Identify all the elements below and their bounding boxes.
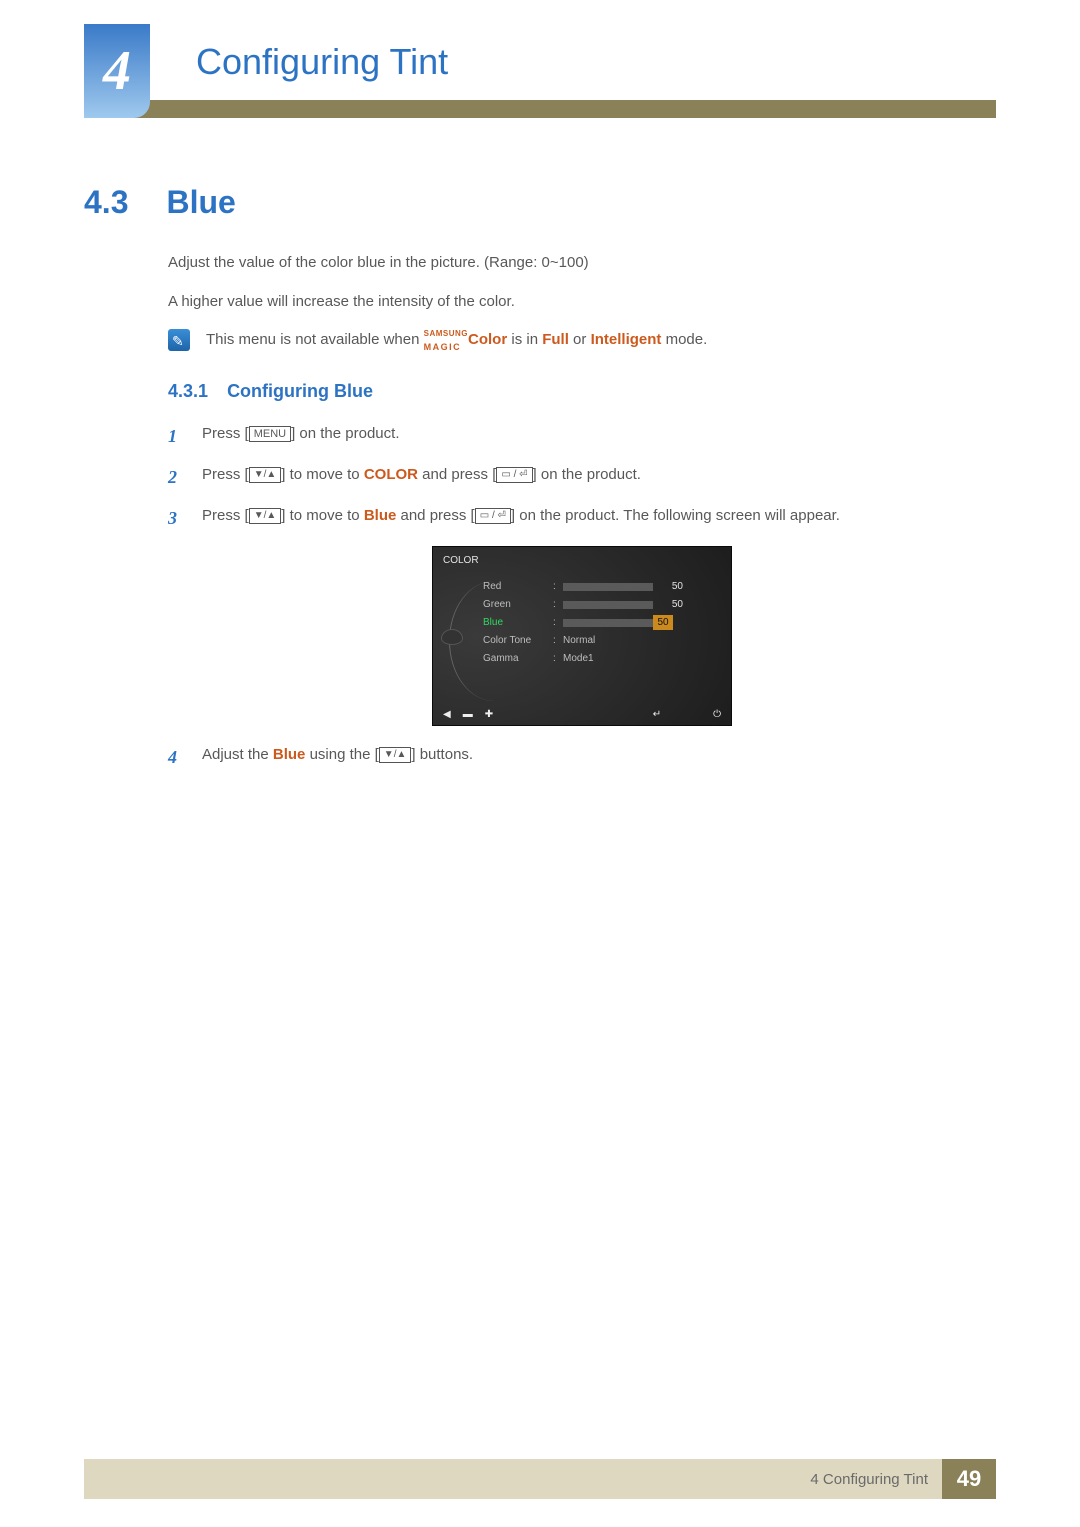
step-2: 2 Press [▼/▲] to move to COLOR and press… bbox=[168, 464, 996, 491]
osd-label: Green bbox=[483, 597, 553, 612]
power-icon: ⏻ bbox=[713, 707, 721, 722]
step-text: Press [MENU] on the product. bbox=[202, 423, 996, 446]
section-body: Adjust the value of the color blue in th… bbox=[168, 252, 996, 785]
step-text: Adjust the Blue using the [▼/▲] buttons. bbox=[202, 744, 996, 767]
osd-bar bbox=[563, 601, 653, 609]
plus-icon: ✚ bbox=[485, 707, 493, 722]
subsection-title: Configuring Blue bbox=[227, 381, 373, 401]
magic-brand-bottom: MAGIC bbox=[424, 342, 462, 352]
note-suffix: mode. bbox=[661, 331, 707, 348]
osd-footer: ◀ ▬ ✚ ↵ ⏻ bbox=[433, 705, 731, 725]
enter-icon: ↵ bbox=[653, 707, 661, 722]
step-3: 3 Press [▼/▲] to move to Blue and press … bbox=[168, 505, 996, 532]
osd-value: 50 bbox=[653, 579, 683, 594]
chapter-number-badge: 4 bbox=[84, 24, 150, 118]
osd-value: Normal bbox=[563, 633, 595, 648]
header-underline bbox=[84, 100, 996, 118]
source-enter-icon: ▭ / ⏎ bbox=[475, 508, 511, 524]
color-word: COLOR bbox=[364, 466, 418, 483]
subsection-number: 4.3.1 bbox=[168, 381, 208, 401]
osd-row-gamma: Gamma : Mode1 bbox=[483, 651, 723, 667]
updown-icon: ▼/▲ bbox=[379, 747, 412, 763]
step-number: 3 bbox=[168, 505, 184, 532]
note-prefix: This menu is not available when bbox=[206, 331, 424, 348]
palette-icon bbox=[441, 629, 463, 645]
note-text: This menu is not available when SAMSUNG M… bbox=[206, 329, 707, 352]
step-1: 1 Press [MENU] on the product. bbox=[168, 423, 996, 450]
magic-word: Color bbox=[468, 331, 507, 348]
updown-icon: ▼/▲ bbox=[249, 508, 282, 524]
osd-label: Blue bbox=[483, 615, 553, 630]
magic-brand-top: SAMSUNG bbox=[424, 329, 468, 338]
minus-icon: ▬ bbox=[463, 707, 473, 722]
osd-screenshot: COLOR Red : 50 Green : 50 Blue : 50 Colo… bbox=[432, 546, 732, 726]
note-mid1: is in bbox=[507, 331, 542, 348]
osd-row-colortone: Color Tone : Normal bbox=[483, 633, 723, 649]
osd-label: Red bbox=[483, 579, 553, 594]
footer-text: 4 Configuring Tint bbox=[810, 1471, 928, 1488]
section-desc-1: Adjust the value of the color blue in th… bbox=[168, 252, 996, 275]
section-title: Blue bbox=[166, 184, 235, 221]
osd-label: Gamma bbox=[483, 651, 553, 666]
osd-value: 50 bbox=[653, 597, 683, 612]
page-number: 49 bbox=[942, 1459, 996, 1499]
note-mid2: or bbox=[569, 331, 591, 348]
osd-value: Mode1 bbox=[563, 651, 594, 666]
section-heading: 4.3 Blue bbox=[84, 184, 996, 221]
osd-row-red: Red : 50 bbox=[483, 579, 723, 595]
osd-label: Color Tone bbox=[483, 633, 553, 648]
step-text: Press [▼/▲] to move to COLOR and press [… bbox=[202, 464, 996, 487]
note-icon bbox=[168, 329, 190, 351]
subsection-heading: 4.3.1 Configuring Blue bbox=[168, 378, 996, 405]
page-footer: 4 Configuring Tint 49 bbox=[84, 1459, 996, 1499]
osd-value: 50 bbox=[653, 615, 673, 630]
source-enter-icon: ▭ / ⏎ bbox=[496, 467, 532, 483]
step-number: 1 bbox=[168, 423, 184, 450]
updown-icon: ▼/▲ bbox=[249, 467, 282, 483]
osd-row-green: Green : 50 bbox=[483, 597, 723, 613]
osd-footer-right: ↵ ⏻ bbox=[653, 707, 721, 722]
osd-bar bbox=[563, 619, 653, 627]
note-block: This menu is not available when SAMSUNG M… bbox=[168, 329, 996, 352]
blue-word: Blue bbox=[364, 507, 397, 524]
chapter-number: 4 bbox=[103, 39, 131, 103]
osd-bar bbox=[563, 583, 653, 591]
menu-button-icon: MENU bbox=[249, 426, 291, 442]
osd-row-blue: Blue : 50 bbox=[483, 615, 723, 631]
chapter-title: Configuring Tint bbox=[196, 24, 448, 100]
step-4: 4 Adjust the Blue using the [▼/▲] button… bbox=[168, 744, 996, 771]
step-text: Press [▼/▲] to move to Blue and press [▭… bbox=[202, 505, 996, 528]
note-full: Full bbox=[542, 331, 569, 348]
steps-list-2: 4 Adjust the Blue using the [▼/▲] button… bbox=[168, 744, 996, 771]
note-intelligent: Intelligent bbox=[591, 331, 662, 348]
blue-word: Blue bbox=[273, 746, 306, 763]
chapter-header: 4 Configuring Tint bbox=[84, 24, 996, 118]
osd-title: COLOR bbox=[443, 553, 479, 568]
step-number: 4 bbox=[168, 744, 184, 771]
section-number: 4.3 bbox=[84, 184, 128, 221]
section-desc-2: A higher value will increase the intensi… bbox=[168, 291, 996, 314]
osd-footer-left: ◀ ▬ ✚ bbox=[443, 707, 493, 722]
back-icon: ◀ bbox=[443, 707, 451, 722]
step-number: 2 bbox=[168, 464, 184, 491]
steps-list: 1 Press [MENU] on the product. 2 Press [… bbox=[168, 423, 996, 532]
